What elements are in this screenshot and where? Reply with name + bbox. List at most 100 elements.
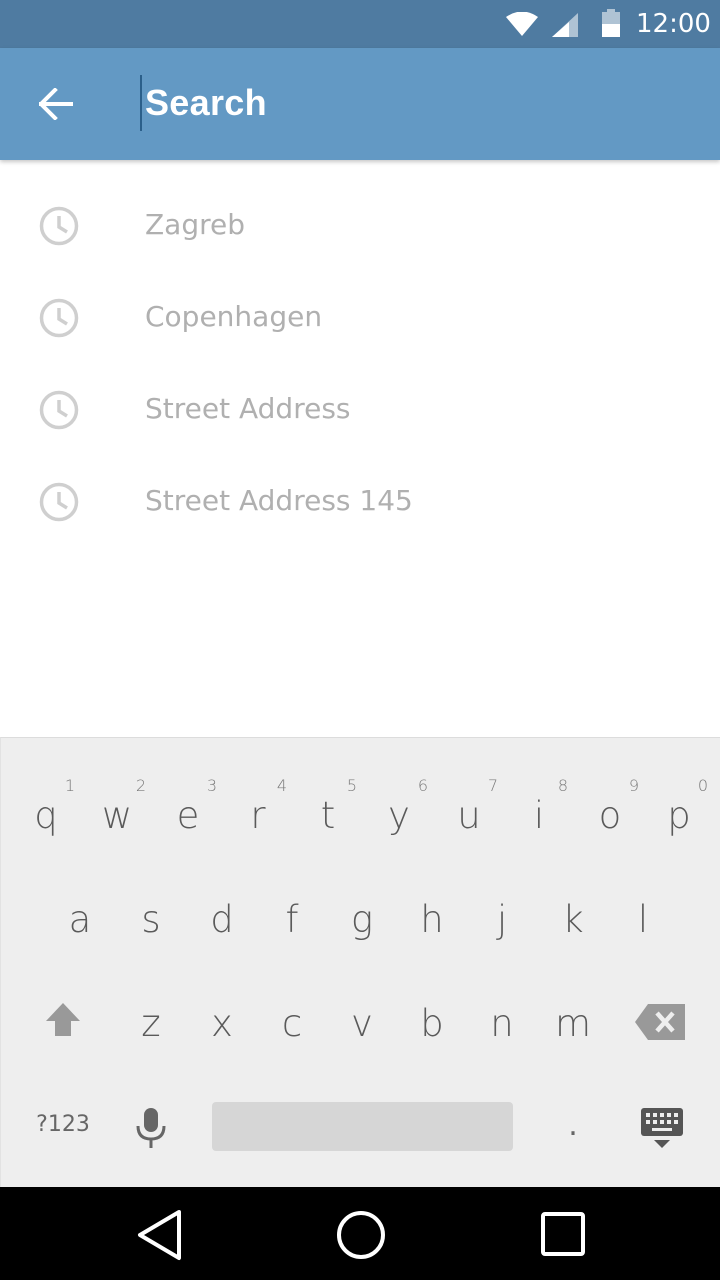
battery-icon <box>602 9 620 37</box>
key-label: y <box>388 794 410 837</box>
history-item-label: Copenhagen <box>145 300 323 333</box>
history-item[interactable]: Zagreb <box>0 180 720 272</box>
key-label: f <box>285 898 299 941</box>
key-g[interactable]: g <box>327 838 397 941</box>
key-label: s <box>141 898 161 941</box>
key-a[interactable]: a <box>45 838 115 941</box>
search-input[interactable]: Search <box>145 82 267 124</box>
key-h[interactable]: h <box>397 838 467 941</box>
key-v[interactable]: v <box>327 938 397 1045</box>
key-q[interactable]: 1q <box>11 738 81 838</box>
key-hint: 2 <box>135 776 146 795</box>
key-label: r <box>250 794 266 837</box>
history-item-label: Street Address 145 <box>145 484 413 517</box>
key-hint: 3 <box>206 776 217 795</box>
key-hint: 1 <box>64 776 75 795</box>
key-label: q <box>34 794 58 837</box>
key-c[interactable]: c <box>257 938 327 1045</box>
system-navigation-bar <box>0 1187 720 1280</box>
key-label: w <box>101 794 133 837</box>
history-item[interactable]: Street Address <box>0 364 720 456</box>
period-key[interactable]: . <box>553 1108 593 1143</box>
cellular-signal-icon <box>552 13 578 37</box>
key-label: k <box>562 898 584 941</box>
key-label: n <box>490 1002 514 1045</box>
status-bar: 12:00 <box>0 0 720 48</box>
key-y[interactable]: 6y <box>364 738 434 838</box>
key-z[interactable]: z <box>116 938 186 1045</box>
backspace-key[interactable] <box>625 938 695 1040</box>
text-cursor <box>140 75 142 131</box>
key-p[interactable]: 0p <box>644 738 714 838</box>
key-label: g <box>350 898 374 941</box>
history-item[interactable]: Copenhagen <box>0 272 720 364</box>
key-label: p <box>667 794 691 837</box>
history-item[interactable]: Street Address 145 <box>0 456 720 548</box>
key-label: e <box>176 794 200 837</box>
key-label: z <box>141 1002 161 1045</box>
arrow-back-icon <box>39 88 73 120</box>
hide-keyboard-key[interactable] <box>633 1100 689 1152</box>
key-l[interactable]: l <box>608 838 678 941</box>
history-item-label: Zagreb <box>145 208 246 241</box>
clock-history-icon <box>39 390 79 430</box>
key-n[interactable]: n <box>467 938 537 1045</box>
back-button[interactable] <box>28 76 84 132</box>
key-label: m <box>554 1002 592 1045</box>
key-label: b <box>420 1002 444 1045</box>
clock-history-icon <box>39 206 79 246</box>
key-label: h <box>420 898 444 941</box>
key-hint: 5 <box>346 776 357 795</box>
key-e[interactable]: 3e <box>153 738 223 838</box>
key-hint: 6 <box>417 776 428 795</box>
key-i[interactable]: 8i <box>504 738 574 838</box>
keyboard-hide-icon <box>641 1108 683 1148</box>
backspace-icon <box>635 1004 685 1040</box>
key-u[interactable]: 7u <box>434 738 504 838</box>
key-hint: 4 <box>276 776 287 795</box>
key-d[interactable]: d <box>187 838 257 941</box>
key-label: v <box>351 1002 373 1045</box>
recents-square-icon[interactable] <box>538 1209 590 1261</box>
microphone-icon <box>136 1108 166 1148</box>
key-hint: 9 <box>628 776 639 795</box>
key-label: a <box>68 898 92 941</box>
soft-keyboard: 1q 2w 3e 4r 5t 6y 7u 8i 9o 0p a s d f g … <box>0 737 720 1187</box>
space-bar[interactable] <box>212 1102 513 1151</box>
key-w[interactable]: 2w <box>82 738 152 838</box>
key-t[interactable]: 5t <box>293 738 363 838</box>
key-s[interactable]: s <box>116 838 186 941</box>
key-r[interactable]: 4r <box>223 738 293 838</box>
key-hint: 0 <box>697 776 708 795</box>
key-j[interactable]: j <box>467 838 537 941</box>
key-x[interactable]: x <box>187 938 257 1045</box>
symbols-key[interactable]: ?123 <box>21 1112 105 1137</box>
clock-history-icon <box>39 298 79 338</box>
key-f[interactable]: f <box>257 838 327 941</box>
key-m[interactable]: m <box>538 938 608 1045</box>
back-triangle-icon[interactable] <box>134 1209 186 1261</box>
key-label: l <box>637 898 649 941</box>
search-toolbar: Search <box>0 48 720 160</box>
key-b[interactable]: b <box>397 938 467 1045</box>
key-label: o <box>598 794 622 837</box>
key-label: t <box>320 794 336 837</box>
key-label: j <box>496 898 508 941</box>
key-label: d <box>210 898 234 941</box>
wifi-icon <box>506 12 538 36</box>
voice-input-key[interactable] <box>125 1096 177 1156</box>
home-circle-icon[interactable] <box>335 1209 387 1261</box>
status-clock: 12:00 <box>636 9 711 39</box>
shift-icon <box>46 1003 80 1036</box>
key-k[interactable]: k <box>538 838 608 941</box>
history-item-label: Street Address <box>145 392 351 425</box>
key-o[interactable]: 9o <box>575 738 645 838</box>
key-hint: 8 <box>557 776 568 795</box>
clock-history-icon <box>39 482 79 522</box>
key-label: c <box>281 1002 303 1045</box>
key-label: i <box>533 794 545 837</box>
key-label: x <box>211 1002 233 1045</box>
key-label: u <box>457 794 481 837</box>
shift-key[interactable] <box>28 938 98 1038</box>
key-hint: 7 <box>487 776 498 795</box>
